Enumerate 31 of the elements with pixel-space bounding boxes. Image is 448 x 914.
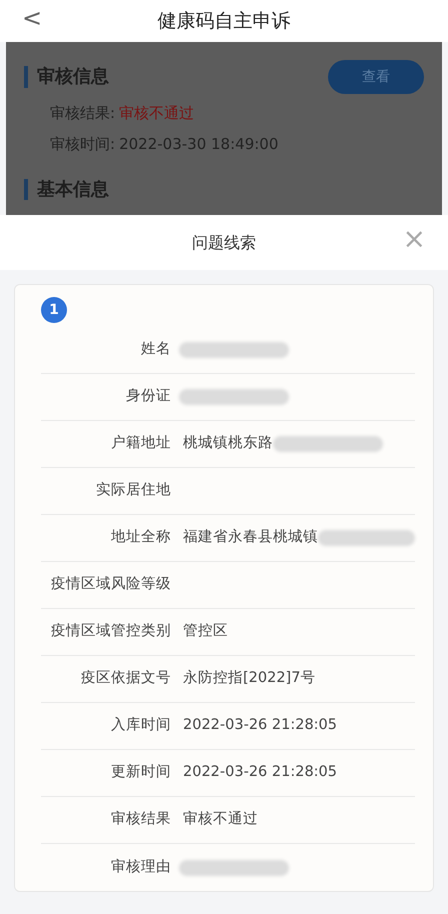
field-value: 审核不通过 bbox=[183, 810, 258, 830]
field-label: 更新时间 bbox=[110, 762, 171, 782]
back-button[interactable]: < bbox=[22, 4, 42, 33]
field-value: 福建省永春县桃城镇 bbox=[183, 528, 318, 548]
field-label: 身份证 bbox=[125, 387, 171, 406]
field-label: 入库时间 bbox=[110, 716, 171, 736]
field-value: 审核不通过 bbox=[119, 103, 194, 124]
field-value: 永防控指[2022]7号 bbox=[183, 668, 316, 688]
field-value: 2022-03-30 18:49:00 bbox=[119, 134, 278, 154]
page-title: 健康码自主申诉 bbox=[158, 8, 290, 34]
field-label: 实际居住地 bbox=[95, 480, 171, 500]
sheet-title: 问题线索 bbox=[192, 232, 256, 254]
field-label: 审核理由 bbox=[110, 858, 171, 877]
field-label: 疫情区域管控类别 bbox=[50, 622, 171, 642]
field-label: 疫区依据文号 bbox=[80, 669, 171, 688]
field-value: 2022-03-26 21:28:05 bbox=[183, 716, 337, 736]
section-title: 审核信息 bbox=[24, 66, 109, 88]
field-label: 姓名 bbox=[140, 340, 171, 360]
field-value: 2022-03-26 21:28:05 bbox=[183, 763, 337, 782]
field-label: 审核结果: bbox=[50, 103, 116, 124]
field-label: 地址全称 bbox=[110, 528, 171, 548]
field-label: 疫情区域风险等级 bbox=[50, 575, 171, 594]
field-label: 审核结果 bbox=[110, 810, 171, 830]
field-value: 管控区 bbox=[183, 622, 228, 642]
field-value: 桃城镇桃东路 bbox=[183, 434, 273, 454]
close-button[interactable]: × bbox=[402, 225, 426, 253]
field-label: 审核时间: bbox=[50, 134, 116, 154]
section-title: 基本信息 bbox=[24, 179, 109, 200]
view-button[interactable]: 查看 bbox=[328, 60, 424, 94]
index-badge: 1 bbox=[41, 297, 67, 323]
field-label: 户籍地址 bbox=[110, 434, 171, 454]
